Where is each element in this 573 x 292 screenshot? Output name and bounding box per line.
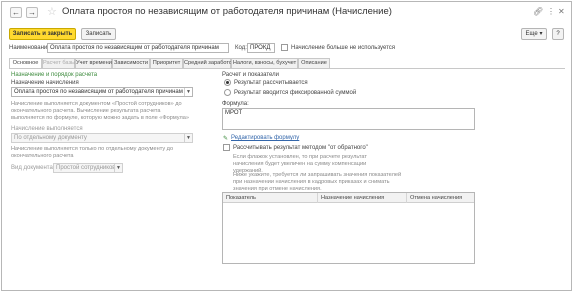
name-input[interactable]: Оплата простоя по независящим от работод… (47, 43, 229, 53)
radio-fixed-sum[interactable] (224, 89, 231, 96)
calc-section-title: Расчет и показатели (222, 72, 280, 78)
tab-dependencies[interactable]: Зависимости (112, 58, 150, 68)
chevron-down-icon[interactable]: ▼ (184, 88, 192, 96)
performed-label: Начисление выполняется (11, 126, 83, 132)
purpose-label: Назначение начисления (11, 80, 79, 86)
tab-description[interactable]: Описание (298, 58, 330, 68)
reverse-method-label: Рассчитывать результат методом "от обрат… (233, 145, 368, 151)
performed-value: По отдельному документу (14, 135, 87, 141)
performed-note: Начисление выполняется только по отдельн… (11, 146, 174, 159)
tab-average-earnings[interactable]: Средний заработок (183, 58, 234, 68)
radio-calculated[interactable] (224, 79, 231, 86)
close-icon[interactable]: ✕ (558, 7, 565, 16)
column-header-indicator[interactable]: Показатель (223, 193, 317, 203)
column-header-assign[interactable]: Назначение начисления (317, 193, 406, 203)
help-button[interactable]: ? (552, 28, 564, 40)
more-button[interactable]: Еще ▾ (521, 28, 547, 40)
code-input[interactable]: ПРОКД (247, 43, 275, 53)
more-label: Еще (525, 31, 538, 37)
tab-time-accounting[interactable]: Учет времени (75, 58, 112, 68)
window-title: Оплата простоя по независящим от работод… (62, 6, 392, 17)
forward-button[interactable]: → (26, 7, 38, 18)
forward-arrow-icon: → (28, 8, 36, 17)
purpose-section-title: Назначение и порядок расчета (11, 72, 98, 78)
menu-dots-icon[interactable]: ⋮ (547, 7, 555, 16)
tab-divider (9, 68, 565, 69)
doctype-select[interactable]: Простой сотрудников ▼ (53, 163, 123, 173)
doctype-label: Вид документа: (11, 165, 55, 171)
purpose-value: Оплата простоя по независящим от работод… (14, 89, 183, 95)
tab-priority[interactable]: Приоритет (150, 58, 183, 68)
formula-textarea[interactable]: МРОТ (222, 108, 475, 130)
chevron-down-icon[interactable]: ▼ (184, 134, 192, 142)
edit-formula-link[interactable]: Редактировать формулу (231, 135, 299, 141)
performed-select[interactable]: По отдельному документу ▼ (11, 133, 193, 143)
save-and-close-button[interactable]: Записать и закрыть (9, 28, 76, 40)
table-header: Показатель Назначение начисления Отмена … (223, 193, 474, 203)
chevron-down-icon: ▾ (539, 31, 543, 37)
name-label: Наименование: (9, 45, 53, 51)
chevron-down-icon[interactable]: ▼ (114, 164, 122, 172)
indicators-table[interactable]: Показатель Назначение начисления Отмена … (222, 192, 475, 264)
unused-checkbox[interactable] (281, 44, 288, 51)
tab-taxes[interactable]: Налоги, взносы, бухучет (231, 58, 298, 68)
indicators-note: Ниже укажите, требуется ли запрашивать з… (233, 172, 402, 192)
purpose-select[interactable]: Оплата простоя по независящим от работод… (11, 87, 193, 97)
radio-fixed-sum-label: Результат вводится фиксированной суммой (234, 90, 357, 96)
tab-base-calc[interactable]: Расчет базы (42, 58, 75, 68)
form-window: ← → ☆ Оплата простоя по независящим от р… (1, 1, 572, 291)
pencil-icon: ✎ (223, 136, 229, 142)
code-label: Код: (235, 45, 247, 51)
column-header-cancel[interactable]: Отмена начисления (406, 193, 474, 203)
back-arrow-icon: ← (12, 8, 20, 17)
link-icon[interactable]: 🔗︎ (533, 7, 543, 16)
favorite-star-icon[interactable]: ☆ (47, 5, 57, 18)
radio-calculated-label: Результат рассчитывается (234, 80, 308, 86)
back-button[interactable]: ← (10, 7, 22, 18)
doctype-value: Простой сотрудников (56, 165, 116, 171)
formula-label: Формула: (222, 101, 249, 107)
save-button[interactable]: Записать (81, 28, 116, 40)
unused-label: Начисление больше не используется (291, 45, 396, 51)
purpose-note: Начисление выполняется документом «Прост… (11, 101, 189, 121)
reverse-method-checkbox[interactable] (223, 144, 230, 151)
